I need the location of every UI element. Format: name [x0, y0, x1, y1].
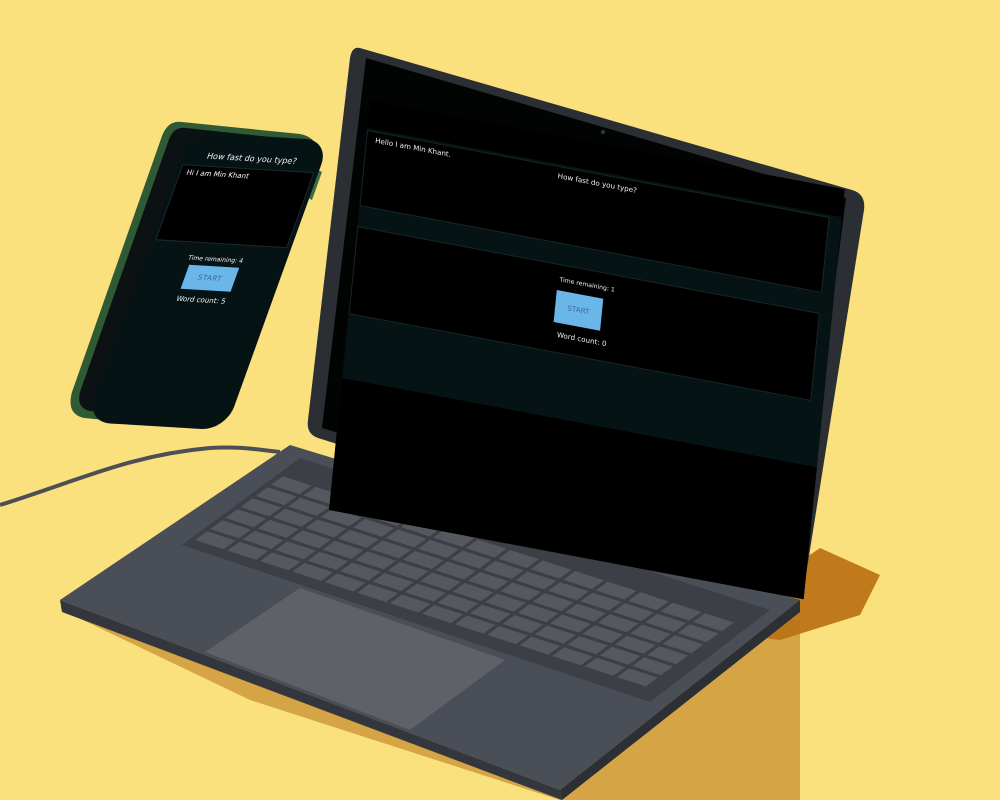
phone-typing-textarea[interactable]: Hi I am Min Khant: [155, 164, 315, 249]
laptop-screen: Hello I am Min Khant. How fast do you ty…: [329, 100, 845, 600]
phone-start-button[interactable]: START: [180, 264, 240, 292]
scene: How fast do you type? Hi I am Min Khant …: [0, 0, 1000, 800]
phone-word-count: Word count: 5: [175, 294, 227, 306]
camera-icon: [601, 130, 605, 134]
phone-time-remaining: Time remaining: 4: [186, 254, 245, 265]
